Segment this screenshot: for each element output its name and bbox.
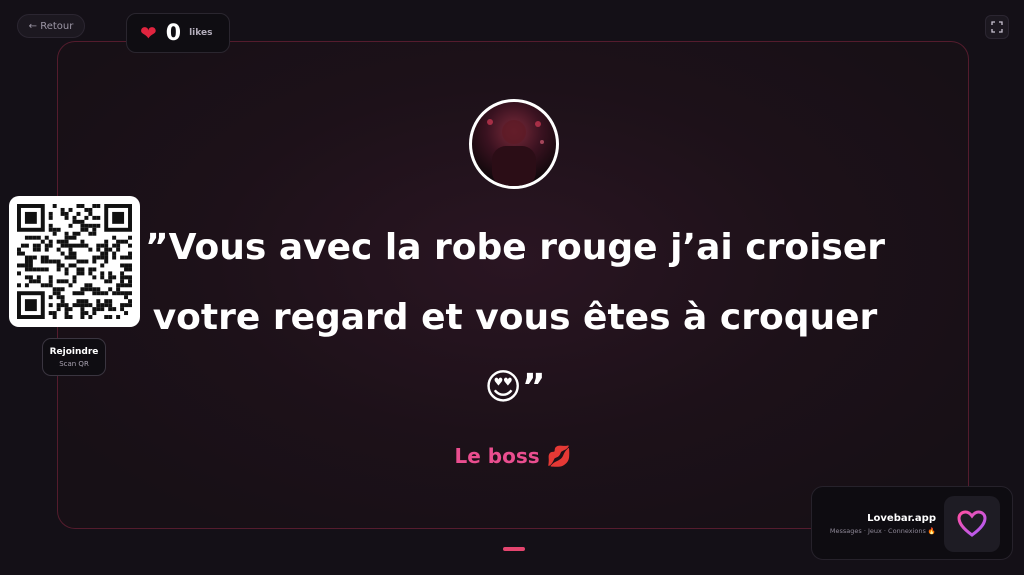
back-button[interactable]: ← Retour	[17, 14, 85, 38]
join-badge: Rejoindre Scan QR	[42, 338, 106, 376]
brand-name: Lovebar.app	[867, 513, 936, 524]
message-author: Le boss 💋	[454, 444, 572, 468]
heart-logo-icon	[944, 496, 1000, 552]
join-subtitle: Scan QR	[59, 359, 89, 368]
sender-avatar	[469, 99, 559, 189]
message-text: ”Vous avec la robe rouge j’ai croiser vo…	[144, 227, 886, 408]
likes-counter: ❤ 0 likes	[126, 13, 230, 53]
likes-count: 0	[165, 20, 182, 46]
fullscreen-icon	[991, 21, 1003, 33]
qr-code-icon	[17, 204, 132, 319]
heart-icon: ❤	[140, 21, 157, 45]
brand-card: Lovebar.app Messages · Jeux · Connexions…	[811, 486, 1013, 560]
brand-tagline: Messages · Jeux · Connexions 🔥	[829, 527, 936, 535]
join-qr-code[interactable]	[9, 196, 140, 327]
fullscreen-button[interactable]	[985, 15, 1009, 39]
join-title: Rejoindre	[49, 346, 99, 357]
likes-label: likes	[189, 28, 213, 38]
back-button-label: ← Retour	[28, 20, 74, 32]
slide-indicator	[503, 547, 525, 551]
